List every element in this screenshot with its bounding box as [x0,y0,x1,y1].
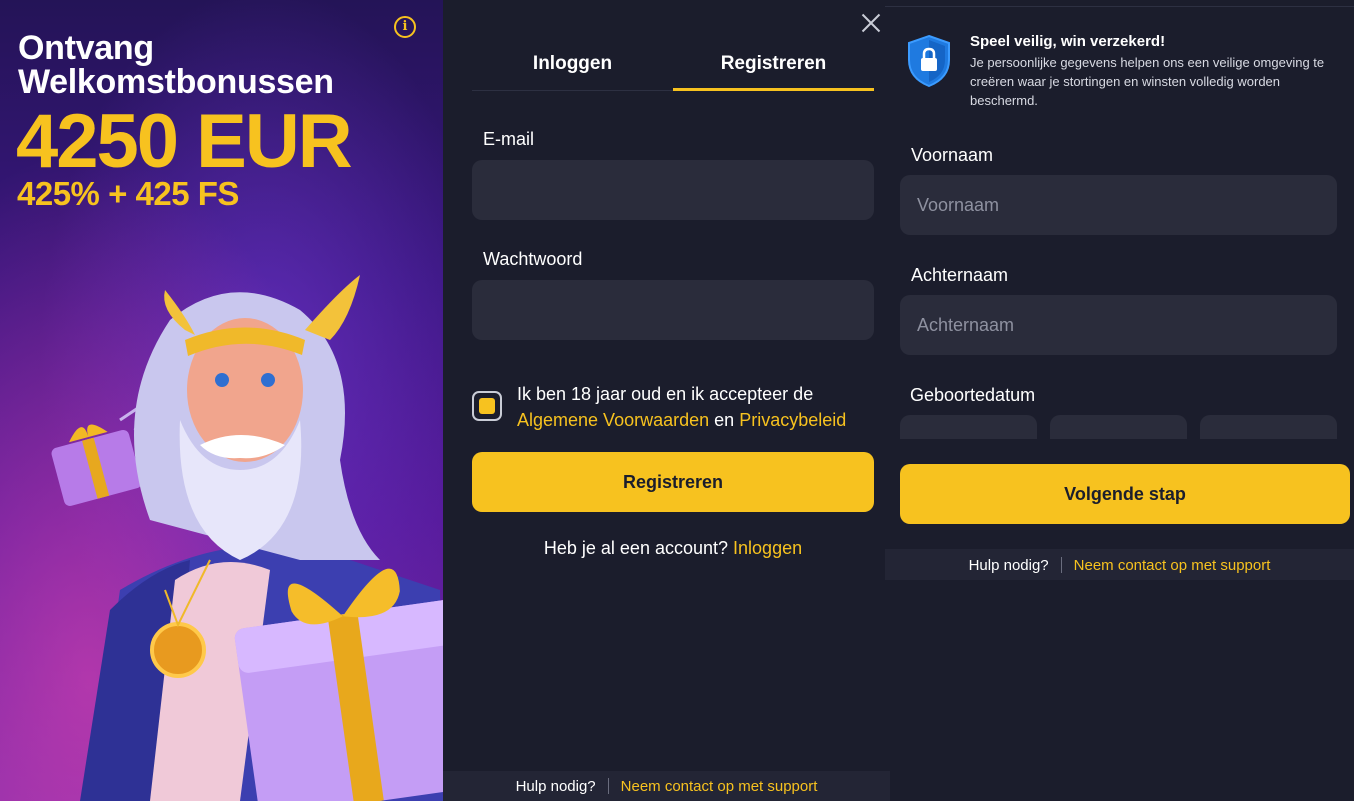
right-support-link[interactable]: Neem contact op met support [1074,557,1271,574]
email-label: E-mail [483,129,535,149]
secure-text: Je persoonlijke gegevens helpen ons een … [970,55,1325,108]
support-link[interactable]: Neem contact op met support [621,778,818,795]
zeus-illustration [51,275,443,801]
promo-amount: 4250 EUR [16,99,353,184]
promo-extra: 425% + 425 FS [17,175,239,212]
promo-line-2: Welkomstbonussen [18,63,334,101]
next-step-button[interactable]: Volgende stap [900,464,1350,524]
help-question: Hulp nodig? [515,777,596,795]
last-name-field[interactable] [900,295,1337,355]
tab-register[interactable]: Registreren [673,38,874,91]
password-field[interactable] [472,280,874,340]
footer-divider [607,778,609,794]
login-link[interactable]: Inloggen [733,538,802,558]
secure-title: Speel veilig, win verzekerd! [970,33,1166,50]
close-icon[interactable] [858,10,884,36]
terms-and: en [714,410,735,430]
first-name-label: Voornaam [911,145,994,165]
register-button[interactable]: Registreren [472,452,874,512]
promo-banner: i Ontvang Welkomstbonussen 4250 EUR 425%… [0,0,443,801]
help-footer: Hulp nodig? Neem contact op met support [443,771,890,801]
right-help-question: Hulp nodig? [968,556,1049,574]
have-account-text: Heb je al een account? Inloggen [472,538,874,559]
promo-line-1: Ontvang [18,29,154,67]
tab-login[interactable]: Inloggen [472,38,673,90]
right-help-row: Hulp nodig? Neem contact op met support [885,551,1354,579]
terms-link[interactable]: Algemene Voorwaarden [517,410,709,430]
shield-lock-icon [908,34,950,88]
first-name-field[interactable] [900,175,1337,235]
have-account-question: Heb je al een account? [543,538,729,558]
terms-checkbox[interactable] [472,391,502,421]
privacy-link[interactable]: Privacybeleid [739,410,846,430]
top-divider [885,6,1354,7]
email-field[interactable] [472,160,874,220]
last-name-label: Achternaam [911,265,1009,285]
empty-area [890,580,1354,801]
password-label: Wachtwoord [483,249,583,269]
info-icon[interactable]: i [394,16,416,38]
right-footer-divider [1060,557,1062,573]
terms-text: Ik ben 18 jaar oud en ik accepteer de Al… [517,381,877,433]
auth-tabs: Inloggen Registreren [472,38,874,91]
terms-prefix: Ik ben 18 jaar oud en ik accepteer de [517,384,814,404]
birthdate-label: Geboortedatum [910,385,1036,405]
